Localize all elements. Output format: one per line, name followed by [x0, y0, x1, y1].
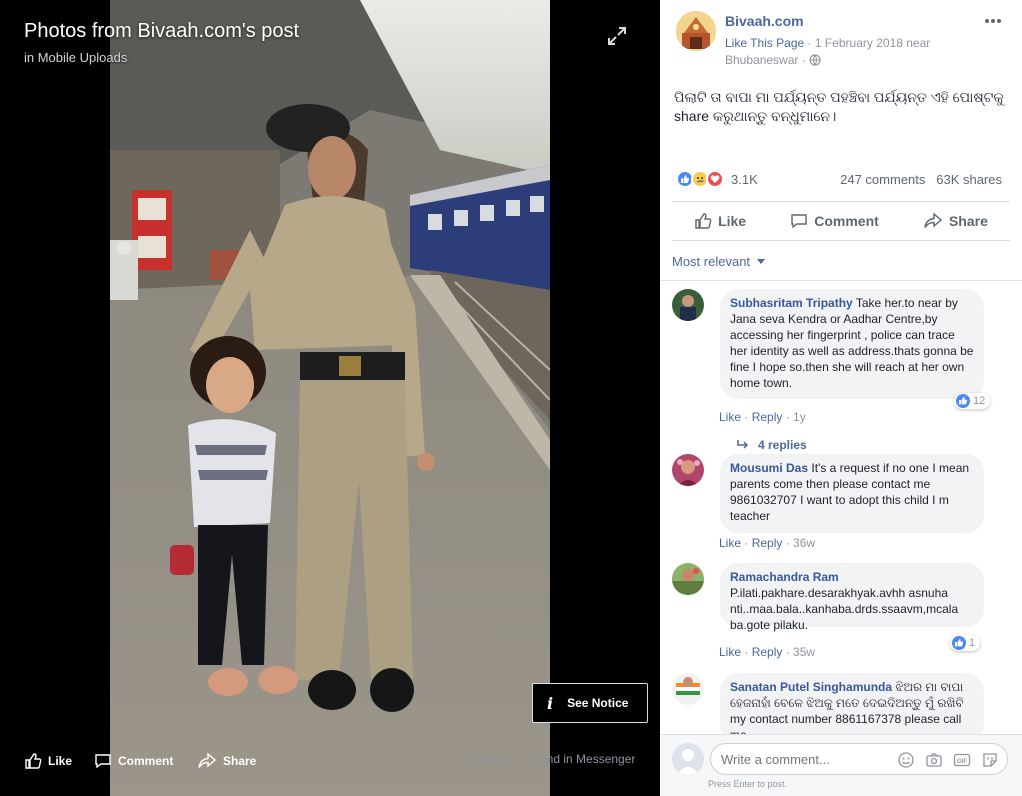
post-action-row: Like Comment Share: [672, 204, 1010, 238]
like-count: 12: [973, 395, 986, 407]
comment-actions: Like · Reply · 36w: [719, 536, 816, 550]
avatar[interactable]: [672, 289, 704, 321]
comment-reply-link[interactable]: Reply: [752, 410, 783, 424]
viewer-comment-button[interactable]: Comment: [94, 752, 173, 770]
post-photo[interactable]: [110, 0, 550, 796]
viewer-like-button[interactable]: Like: [24, 752, 72, 770]
comment-author[interactable]: Sanatan Putel Singhamunda: [730, 680, 892, 694]
comment-actions: Like · Reply · 1y: [719, 410, 806, 424]
comment-reply-link[interactable]: Reply: [752, 536, 783, 550]
like-reaction-icon: [956, 394, 970, 408]
avatar: [672, 743, 704, 775]
comments-list: Subhasritam Tripathy Take her.to near by…: [660, 281, 1022, 734]
comment-bubble: Sanatan Putel Singhamunda ଝିଅର ମା ବାପା ହ…: [720, 673, 984, 734]
options-button[interactable]: Options: [467, 752, 508, 766]
like-count: 1: [969, 637, 976, 649]
send-in-messenger-button[interactable]: Send in Messenger: [532, 752, 635, 766]
comment-sort-dropdown[interactable]: Most relevant: [672, 254, 765, 269]
page-name-link[interactable]: Bivaah.com: [725, 13, 804, 29]
comment-icon: [95, 754, 111, 769]
viewer-comment-label: Comment: [118, 754, 174, 768]
view-replies-link[interactable]: 4 replies: [736, 438, 807, 452]
meta-separator: ·: [801, 53, 810, 67]
comment-time[interactable]: 35w: [793, 645, 815, 659]
post-panel: Bivaah.com Like This Page · 1 February 2…: [660, 0, 1022, 796]
comment-like-link[interactable]: Like: [719, 645, 741, 659]
comment-button[interactable]: Comment: [790, 212, 879, 230]
comment-text: P.ilati.pakhare.desarakhyak.avhh asnuha …: [730, 586, 959, 632]
comment-like-link[interactable]: Like: [719, 410, 741, 424]
replies-count: 4 replies: [758, 438, 807, 452]
comment-text: Take her.to near by Jana seva Kendra or …: [730, 296, 974, 390]
like-reaction-icon: [952, 636, 966, 650]
thumbs-up-icon: [25, 753, 42, 769]
photo-viewer: Photos from Bivaah.com's post in Mobile …: [0, 0, 660, 796]
share-icon: [198, 752, 217, 768]
share-label: Share: [948, 213, 988, 229]
sort-label: Most relevant: [672, 254, 751, 269]
divider: [672, 201, 1010, 202]
comment-time[interactable]: 1y: [793, 410, 806, 424]
comment-bubble: Subhasritam Tripathy Take her.to near by…: [720, 289, 984, 399]
viewer-action-bar: Like Comment Share Options Send in Messe…: [0, 744, 660, 780]
avatar[interactable]: [672, 563, 704, 595]
avatar[interactable]: [672, 454, 704, 486]
shares-count-link[interactable]: 63K shares: [936, 172, 1002, 187]
comment-author[interactable]: Mousumi Das: [730, 461, 808, 475]
see-notice-button[interactable]: i See Notice: [532, 683, 648, 723]
comment-time[interactable]: 36w: [793, 536, 815, 550]
comment-bubble: Mousumi Das It's a request if no one I m…: [720, 454, 984, 533]
viewer-title: Photos from Bivaah.com's post: [24, 20, 300, 42]
reaction-count[interactable]: 3.1K: [731, 172, 758, 187]
caret-down-icon: [756, 259, 765, 264]
photo-illustration: [110, 0, 550, 796]
love-reaction-icon: [706, 170, 724, 188]
comment-like-count[interactable]: 12: [954, 393, 991, 409]
avatar[interactable]: [672, 673, 704, 705]
page-avatar[interactable]: [676, 11, 716, 51]
share-button[interactable]: Share: [923, 212, 988, 230]
viewer-share-label: Share: [223, 754, 257, 768]
sticker-icon[interactable]: [981, 751, 999, 769]
comment-author[interactable]: Subhasritam Tripathy: [730, 296, 853, 310]
more-options-icon[interactable]: [983, 14, 1003, 28]
gif-icon[interactable]: GIF: [953, 751, 971, 769]
meta-separator: ·: [807, 36, 815, 50]
comment-icon: [791, 214, 807, 229]
like-button[interactable]: Like: [694, 212, 746, 230]
comment-composer: GIF Press Enter to post.: [660, 734, 1022, 796]
comment-like-count[interactable]: 1: [950, 635, 981, 651]
globe-icon: [809, 54, 821, 66]
comment-author[interactable]: Ramachandra Ram: [730, 570, 839, 584]
composer-hint: Press Enter to post.: [708, 779, 788, 789]
viewer-like-label: Like: [48, 754, 73, 768]
like-label: Like: [718, 213, 747, 229]
album-link[interactable]: in Mobile Uploads: [24, 50, 127, 65]
comment-bubble: Ramachandra Ram P.ilati.pakhare.desarakh…: [720, 563, 984, 632]
svg-text:GIF: GIF: [957, 759, 967, 765]
comments-count-link[interactable]: 247 comments: [840, 172, 925, 187]
reactions-summary[interactable]: 3.1K: [676, 170, 758, 188]
post-date[interactable]: 1 February 2018 near: [815, 36, 930, 50]
engagement-counts: 247 comments 63K shares: [840, 172, 1002, 187]
post-text: ପିଲାଟି ତା ବାପା ମା ପର୍ଯ୍ୟନ୍ତ ପହଞ୍ଚିବା ପର୍…: [674, 89, 1004, 124]
camera-icon[interactable]: [925, 751, 943, 769]
comment-label: Comment: [814, 213, 879, 229]
comment-reply-link[interactable]: Reply: [752, 645, 783, 659]
like-page-link[interactable]: Like This Page: [725, 36, 804, 50]
emoji-icon[interactable]: [897, 751, 915, 769]
post-location[interactable]: Bhubaneswar: [725, 53, 798, 67]
expand-icon[interactable]: [606, 25, 628, 47]
info-icon: i: [547, 693, 554, 713]
reply-arrow-icon: [737, 440, 749, 449]
share-icon: [924, 212, 943, 228]
comment-actions: Like · Reply · 35w: [719, 645, 816, 659]
viewer-share-button[interactable]: Share: [197, 752, 256, 770]
composer-tools: GIF: [897, 751, 999, 769]
see-notice-label: See Notice: [567, 696, 629, 710]
divider: [672, 240, 1010, 241]
thumbs-up-icon: [695, 213, 712, 229]
comment-like-link[interactable]: Like: [719, 536, 741, 550]
post-meta: Like This Page · 1 February 2018 near Bh…: [725, 35, 965, 69]
